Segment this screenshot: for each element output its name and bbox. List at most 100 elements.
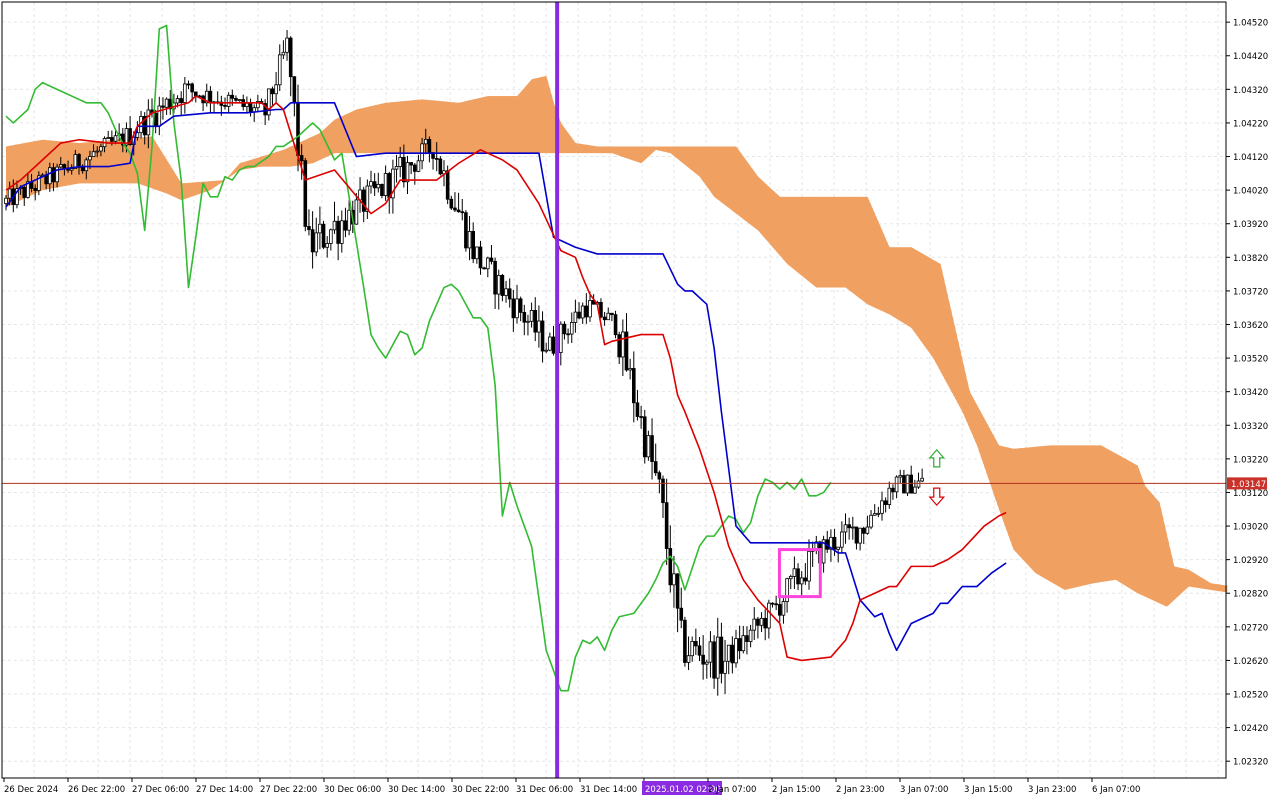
candle-bear <box>296 101 300 156</box>
candle-bear <box>518 298 523 313</box>
candle-bull <box>690 640 694 657</box>
candle-bear <box>577 311 581 319</box>
price-tick-label: 1.03120 <box>1233 489 1268 499</box>
candle-bull <box>394 166 399 170</box>
candle-bull <box>347 209 351 231</box>
candle-bear <box>409 162 413 166</box>
candle-bull <box>106 137 111 139</box>
candle-bull <box>69 168 74 171</box>
candle-bull <box>887 487 892 505</box>
candle-bull <box>726 644 731 662</box>
price-tick-label: 1.04320 <box>1233 86 1268 96</box>
candle-bull <box>504 288 508 296</box>
candle-bear <box>533 310 538 333</box>
candle-bear <box>796 568 800 585</box>
ichimoku-chart[interactable]: 1.04520 1.04420 1.04320 1.04220 1.04120 1.040… <box>0 0 1280 800</box>
candle-bull <box>752 618 757 631</box>
candle-bear <box>110 137 114 142</box>
candle-bear <box>460 211 465 214</box>
candle-bear <box>712 641 716 679</box>
candle-bear <box>664 502 669 549</box>
candle-bear <box>77 154 81 168</box>
candle-bull <box>277 54 282 86</box>
candle-bull <box>4 197 8 204</box>
candle-bear <box>774 603 778 606</box>
candle-bear <box>566 333 570 336</box>
candle-bull <box>880 500 884 514</box>
candle-bear <box>511 298 516 319</box>
candle-bull <box>369 181 373 187</box>
candle-bull <box>748 629 753 642</box>
candle-bear <box>456 209 461 213</box>
candle-bear <box>234 97 238 101</box>
candle-bull <box>164 98 169 108</box>
candle-bull <box>580 305 585 319</box>
candle-bear <box>679 607 684 621</box>
candle-bear <box>610 312 614 316</box>
price-tick-label: 1.02820 <box>1233 590 1268 600</box>
time-tick-label: 3 Jan 07:00 <box>900 785 948 795</box>
candle-bull <box>788 576 793 580</box>
candle-bear <box>635 402 640 417</box>
candle-bull <box>113 135 118 142</box>
candle-bear <box>310 229 315 253</box>
candle-bull <box>281 51 286 56</box>
candle-bull <box>420 143 424 162</box>
price-tick-label: 1.02920 <box>1233 556 1268 566</box>
candle-bull <box>496 274 501 295</box>
candle-bull <box>274 84 278 95</box>
candle-bear <box>372 181 377 189</box>
candle-bear <box>661 478 665 504</box>
candle-bull <box>7 188 12 199</box>
candle-bull <box>95 150 100 153</box>
candle-bear <box>650 435 654 462</box>
candle-bull <box>467 231 472 249</box>
candle-bear <box>321 223 326 248</box>
candle-bull <box>913 486 917 494</box>
candle-bear <box>33 187 37 191</box>
candle-bull <box>606 312 611 321</box>
candle-bull <box>723 660 727 674</box>
candle-bull <box>872 513 877 516</box>
candle-bear <box>500 274 505 296</box>
candle-bear <box>683 619 687 663</box>
candle-bull <box>672 573 676 586</box>
time-tick-label: 31 Dec 06:00 <box>516 785 573 795</box>
candle-bull <box>894 476 899 493</box>
candle-bear <box>551 336 556 354</box>
time-tick-label: 27 Dec 22:00 <box>260 785 317 795</box>
candle-bull <box>851 526 855 529</box>
candle-bear <box>453 207 457 211</box>
candle-bear <box>668 548 673 586</box>
candle-bull <box>91 151 96 157</box>
candle-bull <box>183 83 187 103</box>
candle-bull <box>237 99 242 101</box>
candle-bear <box>288 37 293 78</box>
candle-bull <box>569 322 574 335</box>
candle-bull <box>916 480 921 488</box>
candle-bear <box>22 186 27 198</box>
candle-bull <box>920 477 924 482</box>
candle-bear <box>471 231 475 260</box>
candle-bull <box>621 331 625 358</box>
chart-window[interactable]: 1.04520 1.04420 1.04320 1.04220 1.04120 1.040… <box>0 0 1280 800</box>
candle-bull <box>226 94 231 107</box>
candle-bear <box>770 602 775 605</box>
candle-bear <box>51 167 56 183</box>
candle-bear <box>737 638 742 652</box>
price-tick-label: 1.03720 <box>1233 287 1268 297</box>
candle-bear <box>675 573 680 609</box>
candle-bear <box>639 416 643 418</box>
candle-bull <box>898 475 903 478</box>
candle-bear <box>745 635 749 642</box>
candle-bear <box>602 316 607 321</box>
time-tick-label: 31 Dec 14:00 <box>580 785 637 795</box>
candle-bull <box>58 164 63 168</box>
candle-bear <box>412 164 417 172</box>
candle-bear <box>186 83 191 86</box>
candle-bull <box>792 568 797 577</box>
candle-bull <box>537 320 541 333</box>
candle-bear <box>756 618 760 626</box>
price-tick-label: 1.04020 <box>1233 187 1268 197</box>
candle-bull <box>785 578 789 602</box>
